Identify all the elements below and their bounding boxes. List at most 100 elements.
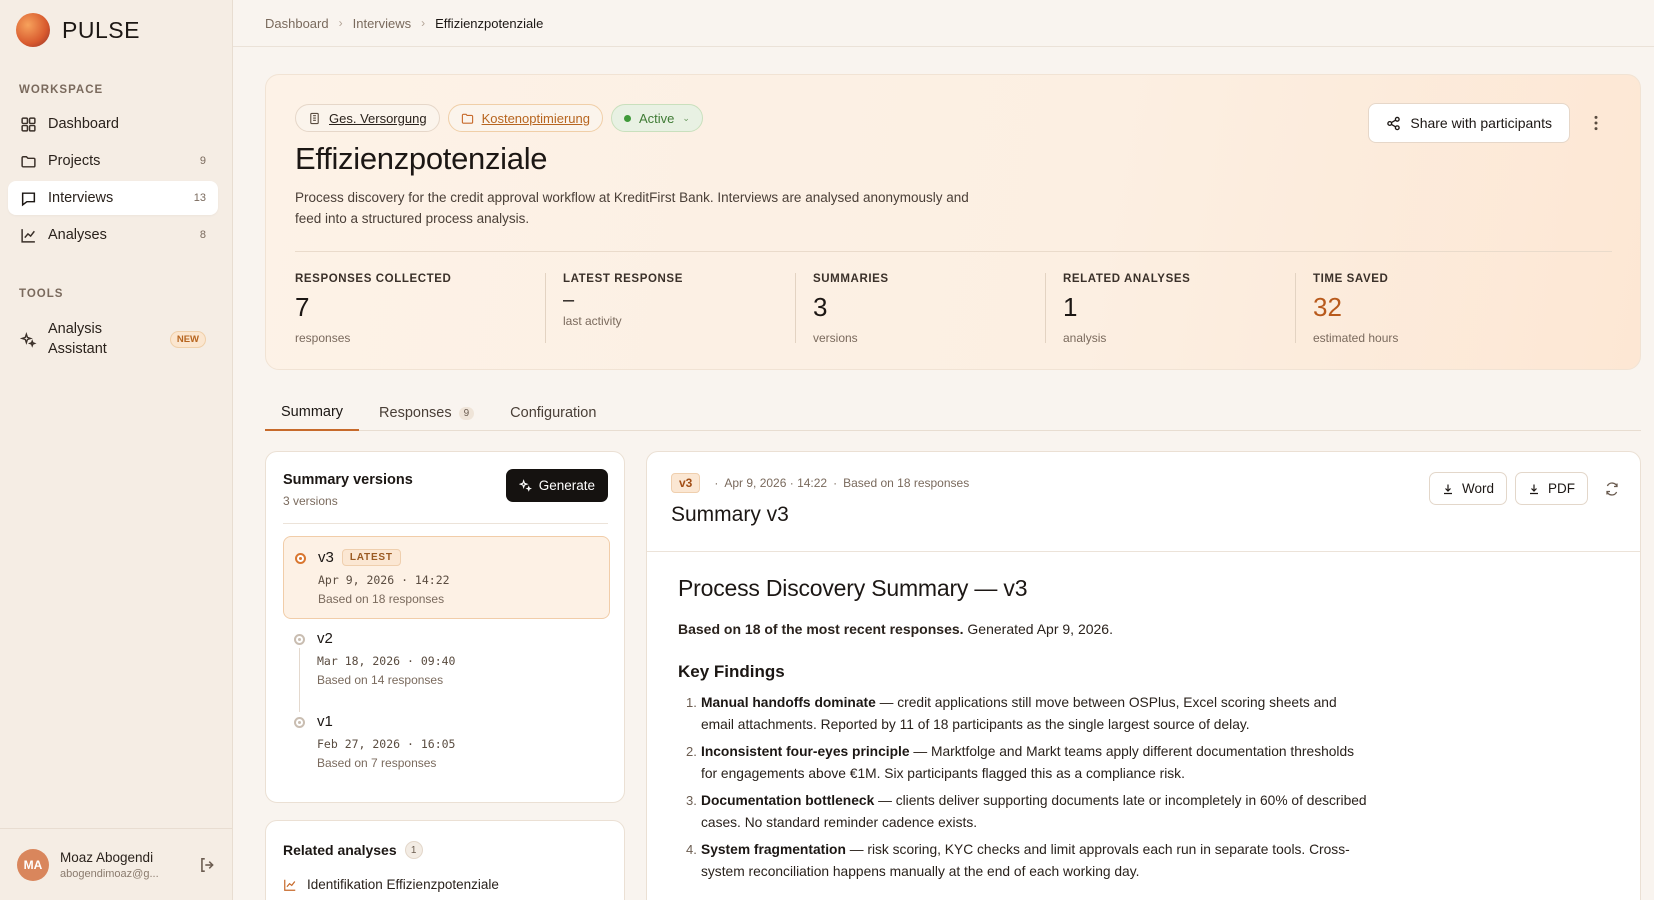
export-word-button[interactable]: Word <box>1428 472 1507 505</box>
stat-label: TIME SAVED <box>1313 273 1389 285</box>
share-button-label: Share with participants <box>1410 115 1552 131</box>
user-profile[interactable]: MA Moaz Abogendi abogendimoaz@g... <box>0 828 233 900</box>
tab-bar: Summary Responses 9 Configuration <box>265 395 1641 431</box>
tab-label: Summary <box>281 404 344 420</box>
organization-label: Ges. Versorgung <box>329 110 427 126</box>
stat-value: 7 <box>295 292 310 322</box>
status-dropdown[interactable]: Active ⌄ <box>610 104 703 132</box>
version-date: Mar 18, 2026 · 09:40 <box>317 654 456 668</box>
version-item-v3[interactable]: v3 LATEST Apr 9, 2026 · 14:22 Based on 1… <box>283 536 610 619</box>
version-based-on: Based on 7 responses <box>317 756 437 770</box>
sidebar: PULSE WORKSPACE Dashboard Projects 9 Int… <box>0 0 233 900</box>
document-title: Summary v3 <box>671 503 789 526</box>
organization-chip[interactable]: Ges. Versorgung <box>295 104 440 132</box>
logout-icon[interactable] <box>198 856 216 874</box>
share-with-participants-button[interactable]: Share with participants <box>1368 103 1570 143</box>
finding-title: Documentation bottleneck <box>701 793 875 808</box>
sidebar-item-analysis-assistant[interactable]: Analysis Assistant NEW <box>8 316 218 362</box>
pdf-label: PDF <box>1548 481 1575 496</box>
sidebar-item-projects[interactable]: Projects 9 <box>8 144 218 178</box>
sidebar-item-count: 9 <box>199 155 206 167</box>
sidebar-item-label: Analyses <box>48 227 107 243</box>
summary-versions-panel: Summary versions 3 versions Generate v3 … <box>265 451 625 803</box>
tab-label: Configuration <box>510 405 597 421</box>
user-email: abogendimoaz@g... <box>60 867 159 880</box>
stat-value: – <box>563 289 575 311</box>
stat-sub: analysis <box>1063 331 1107 345</box>
tab-responses[interactable]: Responses 9 <box>363 395 490 431</box>
finding-title: Manual handoffs dominate <box>701 695 876 710</box>
tab-configuration[interactable]: Configuration <box>494 395 612 431</box>
stat-sub: responses <box>295 331 351 345</box>
version-name: v1 <box>317 713 333 730</box>
word-label: Word <box>1461 481 1494 496</box>
finding-number: 4. <box>686 842 697 857</box>
stat-label: SUMMARIES <box>813 273 889 285</box>
findings-list: 1. Manual handoffs dominate — credit appl… <box>678 692 1368 882</box>
export-pdf-button[interactable]: PDF <box>1515 472 1588 505</box>
document-date: Apr 9, 2026 · 14:22 <box>724 476 828 490</box>
version-item-v1[interactable]: v1 Feb 27, 2026 · 16:05 Based on 7 respo… <box>283 701 610 784</box>
folder-icon <box>461 113 473 124</box>
version-date: Apr 9, 2026 · 14:22 <box>318 573 450 587</box>
stat-sub: estimated hours <box>1313 331 1399 345</box>
sparkles-icon <box>518 479 532 492</box>
version-name: v2 <box>317 630 333 647</box>
finding-number: 1. <box>686 695 697 710</box>
version-date: Feb 27, 2026 · 16:05 <box>317 737 456 751</box>
separator-dot: · <box>714 476 719 490</box>
breadcrumb-current: Effizienzpotenziale <box>435 15 544 31</box>
workspace-section-title: WORKSPACE <box>19 84 104 96</box>
tools-section-title: TOOLS <box>19 288 64 300</box>
chevron-right-icon: › <box>421 16 426 30</box>
document-body: Process Discovery Summary — v3 Based on … <box>678 575 1368 888</box>
lead-bold: Based on 18 of the most recent responses… <box>678 621 964 637</box>
stat-time-saved: TIME SAVED 32 estimated hours <box>1295 273 1545 345</box>
finding-item: 4. System fragmentation — risk scoring, K… <box>678 839 1368 882</box>
document-header: v3 · Apr 9, 2026 · 14:22 · Based on 18 r… <box>647 452 1640 552</box>
breadcrumb-item-interviews[interactable]: Interviews <box>353 16 412 31</box>
version-based-on: Based on 14 responses <box>317 673 444 687</box>
sidebar-item-count: 13 <box>193 192 206 204</box>
panel-subtitle: 3 versions <box>283 494 338 508</box>
breadcrumb-item-dashboard[interactable]: Dashboard <box>265 16 329 31</box>
finding-item: 2. Inconsistent four-eyes principle — Mar… <box>678 741 1368 784</box>
sidebar-item-label: Analysis Assistant <box>48 321 107 357</box>
finding-item: 3. Documentation bottleneck — clients del… <box>678 790 1368 833</box>
new-badge: NEW <box>169 330 206 348</box>
sidebar-item-interviews[interactable]: Interviews 13 <box>8 181 218 215</box>
more-options-icon[interactable] <box>1586 113 1606 133</box>
download-icon <box>1530 484 1538 494</box>
tab-summary[interactable]: Summary <box>265 395 360 431</box>
interview-header-card: Ges. Versorgung Kostenoptimierung Active… <box>265 74 1641 370</box>
project-label: Kostenoptimierung <box>481 110 590 126</box>
refresh-icon[interactable] <box>1604 481 1620 497</box>
page-description: Process discovery for the credit approva… <box>295 190 969 226</box>
brand[interactable]: PULSE <box>16 13 140 47</box>
building-icon <box>310 112 319 124</box>
share-icon <box>1387 116 1401 130</box>
generate-button[interactable]: Generate <box>505 469 608 502</box>
stat-sub: versions <box>813 331 858 345</box>
related-analysis-item[interactable]: Identifikation Effizienzpotenziale <box>283 877 499 892</box>
stat-latest-response: LATEST RESPONSE – last activity <box>545 273 795 343</box>
project-chip[interactable]: Kostenoptimierung <box>447 104 603 132</box>
version-item-v2[interactable]: v2 Mar 18, 2026 · 09:40 Based on 14 resp… <box>283 618 610 712</box>
lead-text: Generated Apr 9, 2026. <box>963 621 1113 637</box>
document-heading: Process Discovery Summary — v3 <box>678 575 1028 601</box>
sidebar-item-analyses[interactable]: Analyses 8 <box>8 218 218 252</box>
status-label: Active <box>638 110 675 126</box>
sidebar-item-dashboard[interactable]: Dashboard <box>8 107 218 141</box>
avatar: MA <box>17 848 49 881</box>
document-lead: Based on 18 of the most recent responses… <box>678 621 1368 637</box>
chevron-right-icon: › <box>338 16 343 30</box>
stat-value: 32 <box>1313 292 1342 322</box>
summary-document: v3 · Apr 9, 2026 · 14:22 · Based on 18 r… <box>646 451 1641 900</box>
chat-icon <box>21 191 36 206</box>
related-analysis-label: Identifikation Effizienzpotenziale <box>307 877 499 892</box>
version-name: v3 <box>318 549 334 566</box>
dashboard-icon <box>21 116 36 132</box>
key-findings-heading: Key Findings <box>678 662 785 681</box>
version-dot <box>294 717 305 728</box>
generate-label: Generate <box>538 478 595 493</box>
